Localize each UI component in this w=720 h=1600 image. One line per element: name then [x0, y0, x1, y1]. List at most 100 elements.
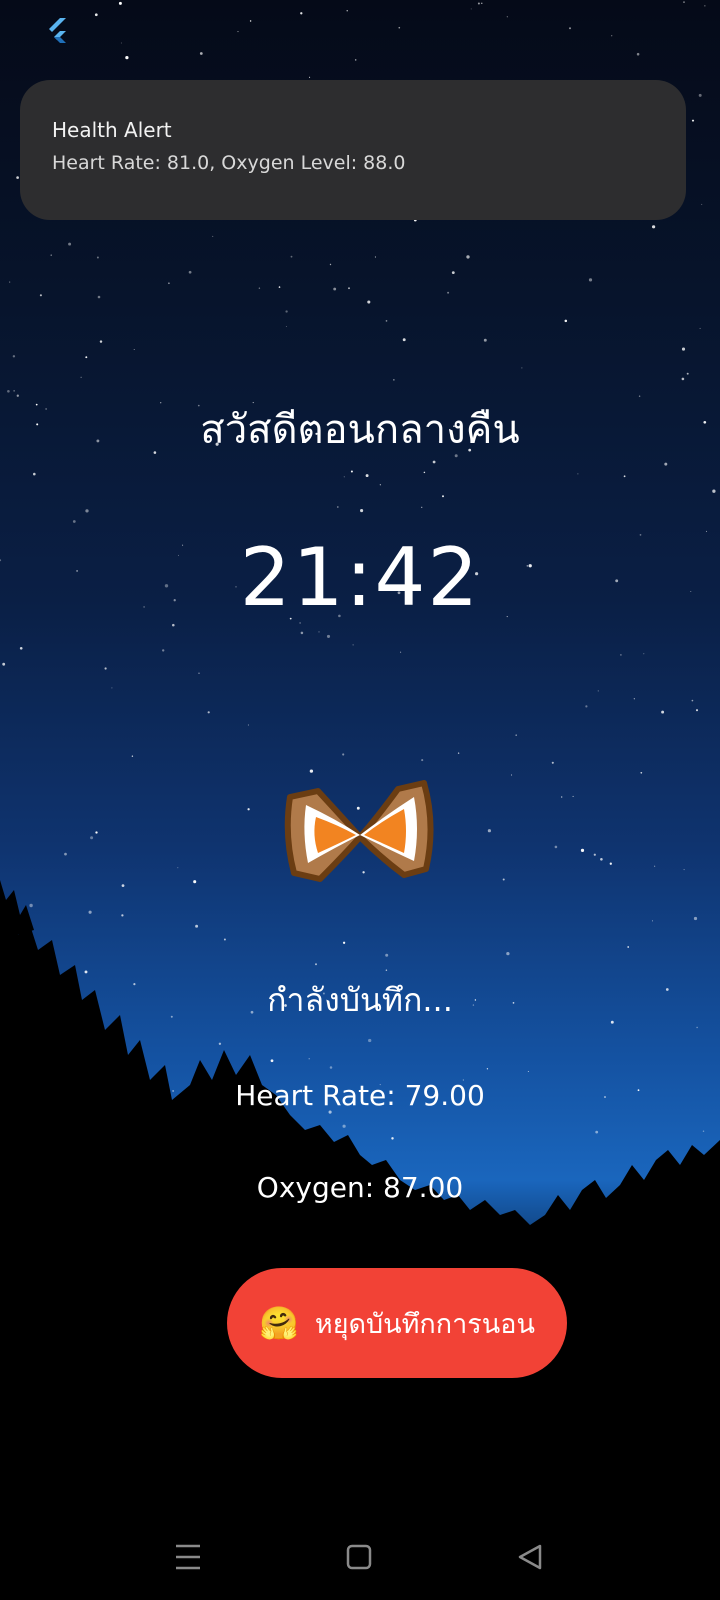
star	[423, 471, 426, 474]
notification-title: Health Alert	[52, 118, 172, 142]
star	[90, 836, 94, 840]
star	[664, 462, 668, 466]
star	[367, 300, 371, 304]
star	[686, 372, 689, 375]
star	[481, 2, 483, 4]
star	[551, 761, 554, 764]
star	[68, 242, 72, 246]
menu-icon[interactable]	[170, 1540, 210, 1576]
stop-sleep-recording-button[interactable]: 🤗 หยุดบันทึกการนอน	[227, 1268, 567, 1378]
star	[577, 473, 579, 475]
star	[506, 16, 508, 18]
star	[712, 489, 716, 493]
star	[470, 8, 472, 10]
star	[643, 653, 645, 655]
star	[695, 709, 699, 712]
star	[258, 287, 261, 289]
star	[85, 509, 89, 513]
star	[698, 93, 702, 97]
star	[593, 853, 596, 856]
star	[611, 35, 613, 37]
star	[572, 795, 574, 797]
sleep-tracker-logo	[284, 780, 434, 882]
star	[633, 698, 635, 700]
star	[16, 176, 19, 179]
oxygen-reading: Oxygen: 87.00	[256, 1171, 464, 1204]
star	[554, 845, 558, 849]
star	[400, 651, 402, 653]
star	[348, 287, 350, 290]
star	[326, 634, 331, 638]
star	[290, 255, 293, 258]
star	[521, 367, 523, 369]
star	[447, 291, 450, 294]
star	[385, 320, 388, 322]
star	[118, 1, 122, 5]
star	[96, 256, 99, 259]
star	[681, 347, 686, 351]
star	[704, 5, 706, 7]
star	[309, 76, 311, 78]
star	[421, 759, 424, 762]
star	[309, 769, 314, 773]
star	[33, 472, 36, 476]
navigation-bar	[0, 1510, 720, 1600]
star	[120, 42, 122, 44]
star	[564, 319, 568, 323]
star	[16, 394, 19, 397]
star	[111, 687, 113, 689]
star	[2, 662, 6, 666]
star	[699, 327, 701, 329]
star	[451, 271, 455, 275]
notification-message: Heart Rate: 81.0, Oxygen Level: 88.0	[52, 152, 406, 174]
star	[300, 631, 304, 635]
star	[402, 338, 406, 342]
star	[13, 390, 15, 392]
star	[654, 865, 656, 867]
star	[568, 27, 572, 30]
star	[561, 796, 563, 798]
star	[198, 672, 200, 674]
star	[360, 509, 364, 513]
star	[19, 646, 23, 650]
star	[588, 278, 593, 282]
clock-time: 21:42	[239, 531, 481, 624]
star	[285, 326, 287, 327]
star	[651, 225, 656, 229]
star	[247, 724, 249, 726]
star	[350, 470, 353, 473]
star	[177, 867, 179, 869]
star	[365, 474, 369, 478]
back-icon[interactable]	[512, 1540, 552, 1576]
star	[336, 506, 339, 508]
star	[247, 808, 250, 811]
star	[342, 753, 345, 756]
star	[354, 59, 357, 61]
star	[329, 263, 332, 266]
star	[188, 270, 192, 274]
stop-button-label: หยุดบันทึกการนอน	[314, 1308, 535, 1340]
star	[600, 858, 603, 861]
home-icon[interactable]	[340, 1540, 380, 1576]
star	[199, 52, 203, 55]
star	[7, 389, 10, 393]
star	[683, 869, 685, 871]
star	[162, 649, 165, 652]
health-alert-notification[interactable]: Health Alert Heart Rate: 81.0, Oxygen Le…	[20, 80, 686, 220]
star	[580, 848, 585, 853]
star	[278, 286, 281, 288]
star	[125, 55, 129, 60]
star	[352, 644, 354, 646]
star	[99, 340, 103, 343]
star	[466, 255, 470, 259]
screen: Health Alert Heart Rate: 81.0, Oxygen Le…	[0, 0, 720, 1600]
star	[207, 711, 210, 714]
star	[487, 829, 491, 833]
star	[346, 10, 348, 12]
star	[691, 699, 694, 702]
flutter-icon	[49, 18, 66, 43]
star	[597, 690, 599, 692]
star	[511, 774, 513, 776]
star	[442, 495, 444, 498]
greeting-text: สวัสดีตอนกลางคืน	[200, 407, 520, 453]
